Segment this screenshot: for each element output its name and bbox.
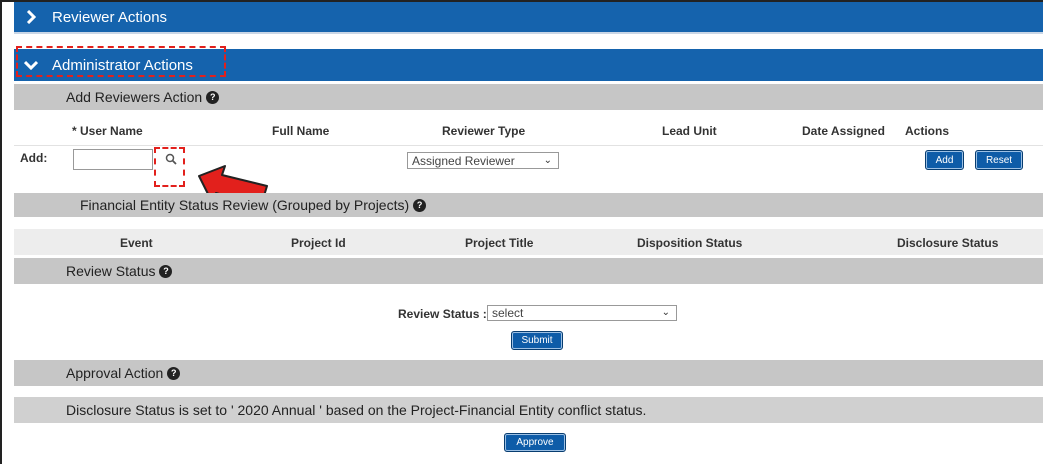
review-status-title: Review Status	[66, 263, 156, 279]
review-status-section-header: Review Status ?	[14, 258, 1043, 284]
review-status-value: select	[492, 306, 524, 320]
annotation-highlight-admin	[16, 46, 226, 77]
col-disposition-status: Disposition Status	[637, 236, 743, 250]
help-icon[interactable]: ?	[206, 90, 220, 104]
col-project-id: Project Id	[291, 236, 346, 250]
approval-action-section-header: Approval Action ?	[14, 360, 1043, 386]
help-icon[interactable]: ?	[167, 366, 181, 380]
divider	[14, 145, 1043, 146]
chevron-right-icon	[24, 10, 38, 24]
help-icon[interactable]: ?	[413, 198, 427, 212]
submit-button[interactable]: Submit	[511, 331, 563, 350]
col-actions: Actions	[905, 124, 950, 138]
reviewer-type-value: Assigned Reviewer	[412, 153, 515, 168]
add-reviewers-section-header: Add Reviewers Action ?	[14, 84, 1043, 110]
reviewer-actions-title: Reviewer Actions	[52, 8, 168, 26]
col-project-title: Project Title	[465, 236, 534, 250]
financial-entity-title: Financial Entity Status Review (Grouped …	[80, 197, 410, 213]
help-icon[interactable]: ?	[159, 264, 173, 278]
financial-entity-section-header: Financial Entity Status Review (Grouped …	[14, 193, 1043, 217]
col-user-name: * User Name	[72, 124, 143, 138]
col-full-name: Full Name	[272, 124, 330, 138]
col-date-assigned: Date Assigned	[802, 124, 885, 138]
add-label: Add:	[20, 151, 48, 165]
disclosure-status-message: Disclosure Status is set to ' 2020 Annua…	[66, 402, 647, 418]
col-reviewer-type: Reviewer Type	[442, 124, 526, 138]
add-button[interactable]: Add	[925, 150, 964, 170]
approve-button[interactable]: Approve	[504, 433, 566, 452]
approval-action-title: Approval Action	[66, 365, 164, 381]
user-name-input[interactable]	[73, 149, 153, 170]
add-reviewers-title: Add Reviewers Action	[66, 89, 203, 105]
chevron-down-icon: ⌄	[543, 154, 552, 166]
annotation-highlight-lookup	[154, 147, 185, 187]
reset-button[interactable]: Reset	[975, 150, 1023, 170]
chevron-down-icon: ⌄	[661, 306, 670, 318]
page: Reviewer Actions Administrator Actions A…	[0, 0, 1043, 464]
disclosure-status-message-bar: Disclosure Status is set to ' 2020 Annua…	[14, 397, 1043, 423]
col-lead-unit: Lead Unit	[662, 124, 717, 138]
review-status-select[interactable]: select ⌄	[487, 305, 677, 321]
col-event: Event	[120, 236, 153, 250]
reviewer-actions-header[interactable]: Reviewer Actions	[14, 2, 1043, 34]
review-status-label: Review Status :	[398, 307, 487, 321]
col-disclosure-status: Disclosure Status	[897, 236, 999, 250]
reviewer-type-select[interactable]: Assigned Reviewer ⌄	[407, 152, 559, 169]
